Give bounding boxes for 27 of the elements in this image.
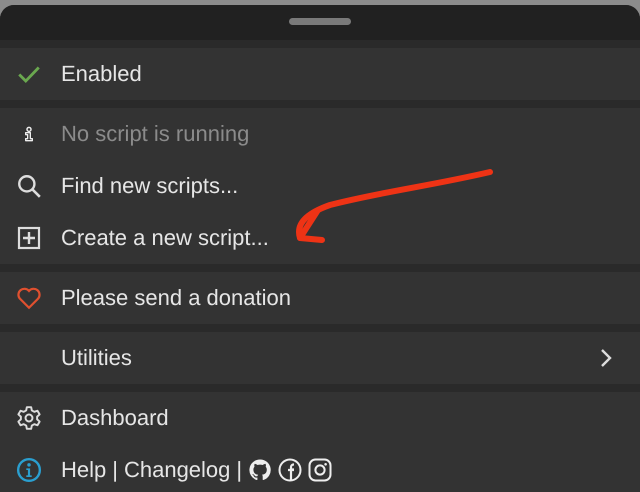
drag-handle[interactable] <box>289 18 351 25</box>
chevron-right-icon <box>600 348 612 368</box>
item-label: Dashboard <box>61 405 169 431</box>
link[interactable]: Help <box>61 457 106 483</box>
separator-text: | <box>236 457 242 483</box>
github-icon[interactable] <box>248 458 272 482</box>
item-label: Enabled <box>61 61 142 87</box>
info-icon <box>16 457 42 483</box>
heart-icon <box>15 285 43 311</box>
item-label: Find new scripts... <box>61 173 238 199</box>
facebook-icon[interactable] <box>278 458 302 482</box>
menu-item[interactable]: Please send a donation <box>0 272 640 324</box>
separator-text: | <box>112 457 118 483</box>
menu-item[interactable]: Utilities <box>0 332 640 384</box>
item-label: Create a new script... <box>61 225 269 251</box>
menu-item[interactable]: Enabled <box>0 48 640 100</box>
add-box-icon <box>17 226 41 250</box>
menu-item[interactable]: Find new scripts... <box>0 160 640 212</box>
instagram-icon[interactable] <box>308 458 332 482</box>
settings-icon <box>16 405 42 431</box>
item-label: Utilities <box>61 345 132 371</box>
item-label: Please send a donation <box>61 285 291 311</box>
menu-item[interactable]: Dashboard <box>0 392 640 444</box>
link[interactable]: Changelog <box>124 457 230 483</box>
search-icon <box>16 173 42 199</box>
menu-item[interactable]: Create a new script... <box>0 212 640 264</box>
item-label: No script is running <box>61 121 250 147</box>
